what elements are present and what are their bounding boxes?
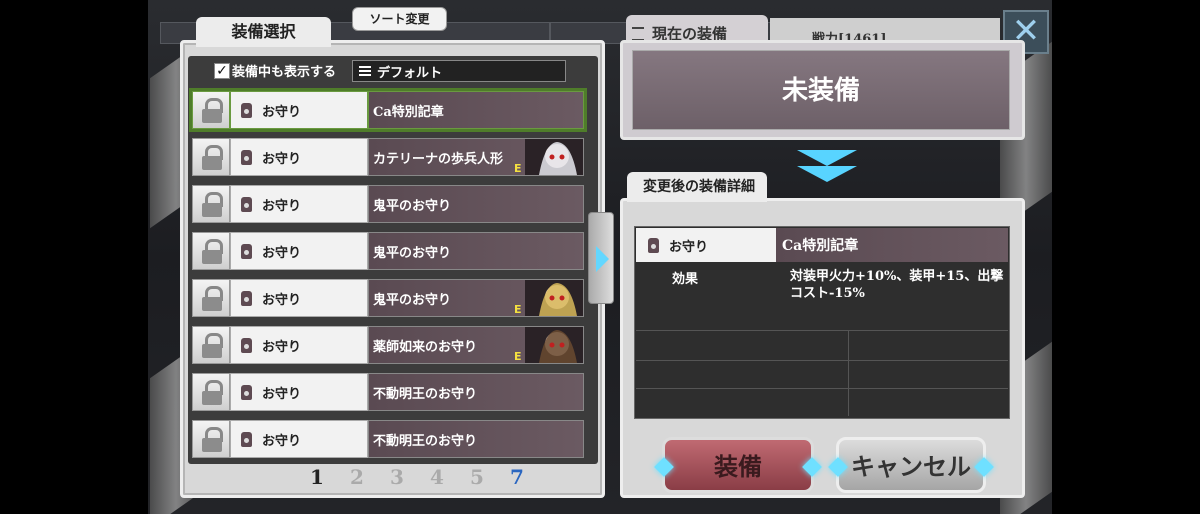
item-name-label: 不動明王のお守り: [373, 433, 478, 449]
item-type-label: お守り: [262, 292, 302, 308]
item-name: カテリーナの歩兵人形: [368, 138, 584, 176]
character-portrait: [525, 139, 583, 175]
divider: [636, 360, 1008, 361]
charm-icon: [241, 243, 252, 259]
character-portrait: [525, 327, 583, 363]
item-type-label: お守り: [262, 386, 302, 402]
charm-icon: [241, 337, 252, 353]
item-type-cell: お守り: [230, 232, 368, 270]
detail-item-row: お守り Ca特別記章: [636, 228, 1008, 262]
item-name: 鬼平のお守り: [368, 279, 584, 317]
item-name: 鬼平のお守り: [368, 185, 584, 223]
item-name-label: 鬼平のお守り: [373, 245, 452, 261]
detail-item-name: Ca特別記章: [776, 228, 1008, 262]
equip-button[interactable]: 装備: [654, 437, 822, 493]
lock-icon[interactable]: [192, 326, 230, 364]
list-item[interactable]: お守り 鬼平のお守り: [192, 279, 584, 317]
lock-icon[interactable]: [192, 420, 230, 458]
page-4[interactable]: 4: [428, 465, 446, 489]
detail-tab: 変更後の装備詳細: [627, 172, 767, 202]
item-type-cell: お守り: [230, 91, 368, 129]
item-name: 薬師如来のお守り: [368, 326, 584, 364]
divider: [636, 330, 1008, 331]
charm-icon: [241, 102, 252, 118]
sort-mode-select[interactable]: デフォルト: [352, 60, 566, 82]
charm-icon: [241, 431, 252, 447]
charm-icon: [648, 237, 659, 253]
lock-icon[interactable]: [192, 91, 230, 129]
item-name-label: Ca特別記章: [373, 104, 444, 120]
lock-icon[interactable]: [192, 232, 230, 270]
equipment-select-tab: 装備選択: [196, 17, 331, 47]
show-equipped-label: 装備中も表示する: [232, 65, 337, 80]
item-type-cell: お守り: [230, 326, 368, 364]
equipped-badge: E: [514, 162, 522, 175]
charm-icon: [241, 196, 252, 212]
item-name-label: 鬼平のお守り: [373, 292, 452, 308]
item-name-label: 薬師如来のお守り: [373, 339, 478, 355]
page-5[interactable]: 5: [468, 465, 486, 489]
sort-mode-label: デフォルト: [377, 65, 443, 81]
list-item[interactable]: お守り 不動明王のお守り: [192, 373, 584, 411]
equipped-badge: E: [514, 350, 522, 363]
item-type-label: お守り: [262, 198, 302, 214]
item-type-cell: お守り: [230, 138, 368, 176]
show-equipped-toggle[interactable]: ✓ 装備中も表示する: [214, 61, 336, 80]
item-name-label: 不動明王のお守り: [373, 386, 478, 402]
item-type-label: お守り: [262, 151, 302, 167]
list-item[interactable]: お守り 不動明王のお守り: [192, 420, 584, 458]
chevron-down-icon: [797, 166, 857, 182]
lock-icon[interactable]: [192, 373, 230, 411]
equipped-badge: E: [514, 303, 522, 316]
arrow-right-icon: [596, 246, 609, 272]
item-type-label: お守り: [262, 104, 302, 120]
current-equipment-value: 未装備: [632, 50, 1010, 130]
list-item[interactable]: お守り 鬼平のお守り: [192, 185, 584, 223]
character-portrait: [525, 280, 583, 316]
lock-icon[interactable]: [192, 185, 230, 223]
lock-icon[interactable]: [192, 279, 230, 317]
next-arrow-button[interactable]: [588, 212, 614, 304]
item-name: Ca特別記章: [368, 91, 584, 129]
lock-icon[interactable]: [192, 138, 230, 176]
detail-type-label: お守り: [669, 239, 709, 255]
page-2[interactable]: 2: [348, 465, 366, 489]
item-type-cell: お守り: [230, 373, 368, 411]
charm-icon: [241, 290, 252, 306]
divider: [848, 330, 849, 416]
charm-icon: [241, 384, 252, 400]
effect-label: 効果: [672, 272, 699, 287]
page-1[interactable]: 1: [308, 465, 326, 489]
pagination: 1 2 3 4 5 7: [308, 465, 526, 489]
sort-change-button[interactable]: ソート変更: [352, 7, 447, 31]
item-type-cell: お守り: [230, 185, 368, 223]
charm-icon: [241, 149, 252, 165]
page-3[interactable]: 3: [388, 465, 406, 489]
checkbox-icon[interactable]: ✓: [214, 62, 230, 79]
equip-button-label: 装備: [714, 452, 762, 481]
item-name: 不動明王のお守り: [368, 373, 584, 411]
chevron-down-icon: [797, 150, 857, 166]
item-name-label: 鬼平のお守り: [373, 198, 452, 214]
cancel-button[interactable]: キャンセル: [828, 437, 994, 493]
list-item[interactable]: お守り Ca特別記章: [189, 88, 587, 132]
item-type-label: お守り: [262, 433, 302, 449]
page-7[interactable]: 7: [508, 465, 526, 489]
item-name-label: カテリーナの歩兵人形: [373, 151, 504, 167]
item-type-cell: お守り: [230, 420, 368, 458]
cancel-button-label: キャンセル: [851, 452, 971, 481]
item-name: 不動明王のお守り: [368, 420, 584, 458]
list-item[interactable]: お守り 鬼平のお守り: [192, 232, 584, 270]
divider: [636, 388, 1008, 389]
item-type-label: お守り: [262, 245, 302, 261]
item-type-label: お守り: [262, 339, 302, 355]
detail-type-cell: お守り: [636, 228, 776, 262]
item-name: 鬼平のお守り: [368, 232, 584, 270]
effect-text: 対装甲火力+10%、装甲+15、出撃コスト-15%: [790, 269, 1004, 301]
menu-icon: [359, 66, 371, 76]
item-type-cell: お守り: [230, 279, 368, 317]
list-item[interactable]: お守り 薬師如来のお守り: [192, 326, 584, 364]
list-item[interactable]: お守り カテリーナの歩兵人形: [192, 138, 584, 176]
